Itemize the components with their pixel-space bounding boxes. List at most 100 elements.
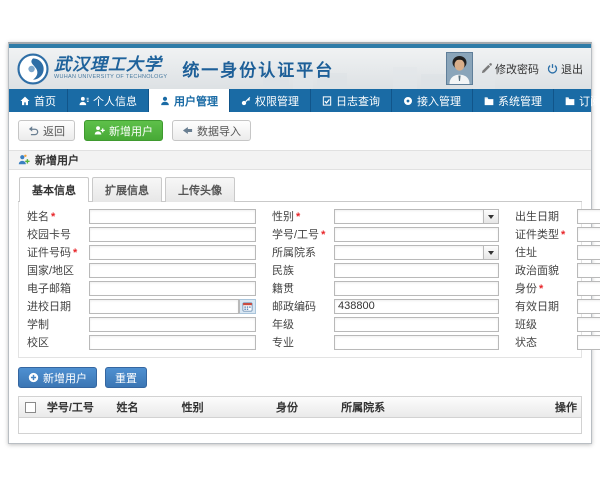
native-place-input[interactable] <box>334 281 499 296</box>
birth-date-input[interactable] <box>577 209 600 224</box>
identity-input[interactable] <box>577 281 600 296</box>
reset-button[interactable]: 重置 <box>105 367 147 388</box>
id-type-input[interactable] <box>577 227 600 242</box>
address-field: 住址 <box>515 244 600 260</box>
nav-tab-permissions[interactable]: 权限管理 <box>230 89 311 112</box>
reset-button-label: 重置 <box>115 370 137 386</box>
nav-tab-logs[interactable]: 日志查询 <box>311 89 392 112</box>
submit-add-user-button[interactable]: 新增用户 <box>18 367 97 388</box>
nav-tab-label: 订阅管理 <box>579 93 600 109</box>
access-icon <box>403 96 413 106</box>
country-field: 国家/地区 <box>27 262 256 278</box>
change-password-link[interactable]: 修改密码 <box>481 61 539 77</box>
major-input[interactable] <box>334 335 499 350</box>
gender-input[interactable] <box>334 209 484 224</box>
toolbar: 返回 新增用户 数据导入 <box>9 112 591 150</box>
grade-field: 年级 <box>272 316 499 332</box>
status-input[interactable] <box>577 335 600 350</box>
new-user-section-icon <box>18 154 30 166</box>
nav-tab-subscription[interactable]: 订阅管理 <box>554 89 600 112</box>
required-asterisk: * <box>296 211 300 223</box>
tab-upload-photo[interactable]: 上传头像 <box>165 177 235 202</box>
add-user-toolbar-button[interactable]: 新增用户 <box>84 120 163 141</box>
valid-date-label: 有效日期 <box>515 298 577 314</box>
column-header-2: 性别 <box>178 397 272 418</box>
nav-tab-home[interactable]: 首页 <box>9 89 68 112</box>
class-label: 班级 <box>515 316 577 332</box>
identity-label: 身份* <box>515 280 577 296</box>
nav-tab-label: 日志查询 <box>336 93 380 109</box>
department-label: 所属院系 <box>272 244 334 260</box>
results-table: 学号/工号姓名性别身份所属院系操作 <box>18 396 582 434</box>
nav-tab-label: 系统管理 <box>498 93 542 109</box>
enroll-date-calendar-button[interactable] <box>239 299 256 314</box>
gender-dropdown-button[interactable] <box>484 209 499 224</box>
header-user-area: 修改密码 退出 <box>446 52 583 85</box>
select-all-checkbox[interactable] <box>25 402 36 413</box>
ethnicity-field: 民族 <box>272 262 499 278</box>
calendar-icon <box>242 301 253 312</box>
gender-field: 性别* <box>272 208 499 224</box>
country-input[interactable] <box>89 263 256 278</box>
tab-extended-info[interactable]: 扩展信息 <box>92 177 162 202</box>
home-icon <box>20 96 30 106</box>
nav-tab-label: 用户管理 <box>174 93 218 109</box>
birth-date-field: 出生日期 <box>515 208 600 224</box>
political-status-input[interactable] <box>577 263 600 278</box>
required-asterisk: * <box>73 247 77 259</box>
plus-circle-icon <box>28 372 39 383</box>
campus-input[interactable] <box>89 335 256 350</box>
enroll-date-input[interactable] <box>89 299 239 314</box>
university-name-cn: 武汉理工大学 <box>54 56 167 73</box>
profile-icon <box>79 96 89 106</box>
nav-tab-system[interactable]: 系统管理 <box>473 89 554 112</box>
form-buttons: 新增用户 重置 <box>18 367 582 388</box>
nav-tab-access[interactable]: 接入管理 <box>392 89 473 112</box>
postal-code-label: 邮政编码 <box>272 298 334 314</box>
major-field: 专业 <box>272 334 499 350</box>
political-status-label: 政治面貌 <box>515 262 577 278</box>
class-field: 班级 <box>515 316 600 332</box>
enroll-date-field: 进校日期 <box>27 298 256 314</box>
ethnicity-label: 民族 <box>272 262 334 278</box>
column-header-3: 身份 <box>272 397 337 418</box>
subscription-folder-icon <box>565 96 575 106</box>
nav-tab-profile[interactable]: 个人信息 <box>68 89 149 112</box>
tab-basic-info[interactable]: 基本信息 <box>19 177 89 202</box>
grade-label: 年级 <box>272 316 334 332</box>
name-input[interactable] <box>89 209 256 224</box>
section-bar: 新增用户 <box>9 150 591 170</box>
data-import-button[interactable]: 数据导入 <box>172 120 251 141</box>
change-password-label: 修改密码 <box>495 61 539 77</box>
schooling-length-label: 学制 <box>27 316 89 332</box>
status-label: 状态 <box>515 334 577 350</box>
nav-tab-users[interactable]: 用户管理 <box>149 89 230 112</box>
schooling-length-input[interactable] <box>89 317 256 332</box>
campus-card-input[interactable] <box>89 227 256 242</box>
postal-code-input[interactable] <box>334 299 499 314</box>
major-label: 专业 <box>272 334 334 350</box>
name-field: 姓名* <box>27 208 256 224</box>
header: 武汉理工大学 WUHAN UNIVERSITY OF TECHNOLOGY 统一… <box>9 48 591 89</box>
identity-field: 身份* <box>515 280 600 296</box>
logout-link[interactable]: 退出 <box>547 61 583 77</box>
grade-input[interactable] <box>334 317 499 332</box>
id-number-input[interactable] <box>89 245 256 260</box>
political-status-field: 政治面貌 <box>515 262 600 278</box>
back-button[interactable]: 返回 <box>18 120 75 141</box>
department-input[interactable] <box>334 245 484 260</box>
table-header-row: 学号/工号姓名性别身份所属院系操作 <box>19 397 581 418</box>
valid-date-input[interactable] <box>577 299 600 314</box>
department-dropdown-button[interactable] <box>484 245 499 260</box>
email-input[interactable] <box>89 281 256 296</box>
class-input[interactable] <box>577 317 600 332</box>
import-icon <box>182 125 193 136</box>
ethnicity-input[interactable] <box>334 263 499 278</box>
valid-date-field: 有效日期 <box>515 298 600 314</box>
name-label: 姓名* <box>27 208 89 224</box>
student-id-input[interactable] <box>334 227 499 242</box>
university-logo-icon <box>17 53 49 85</box>
address-input[interactable] <box>577 245 600 260</box>
column-header-1: 姓名 <box>113 397 178 418</box>
table-empty-row <box>19 418 581 434</box>
